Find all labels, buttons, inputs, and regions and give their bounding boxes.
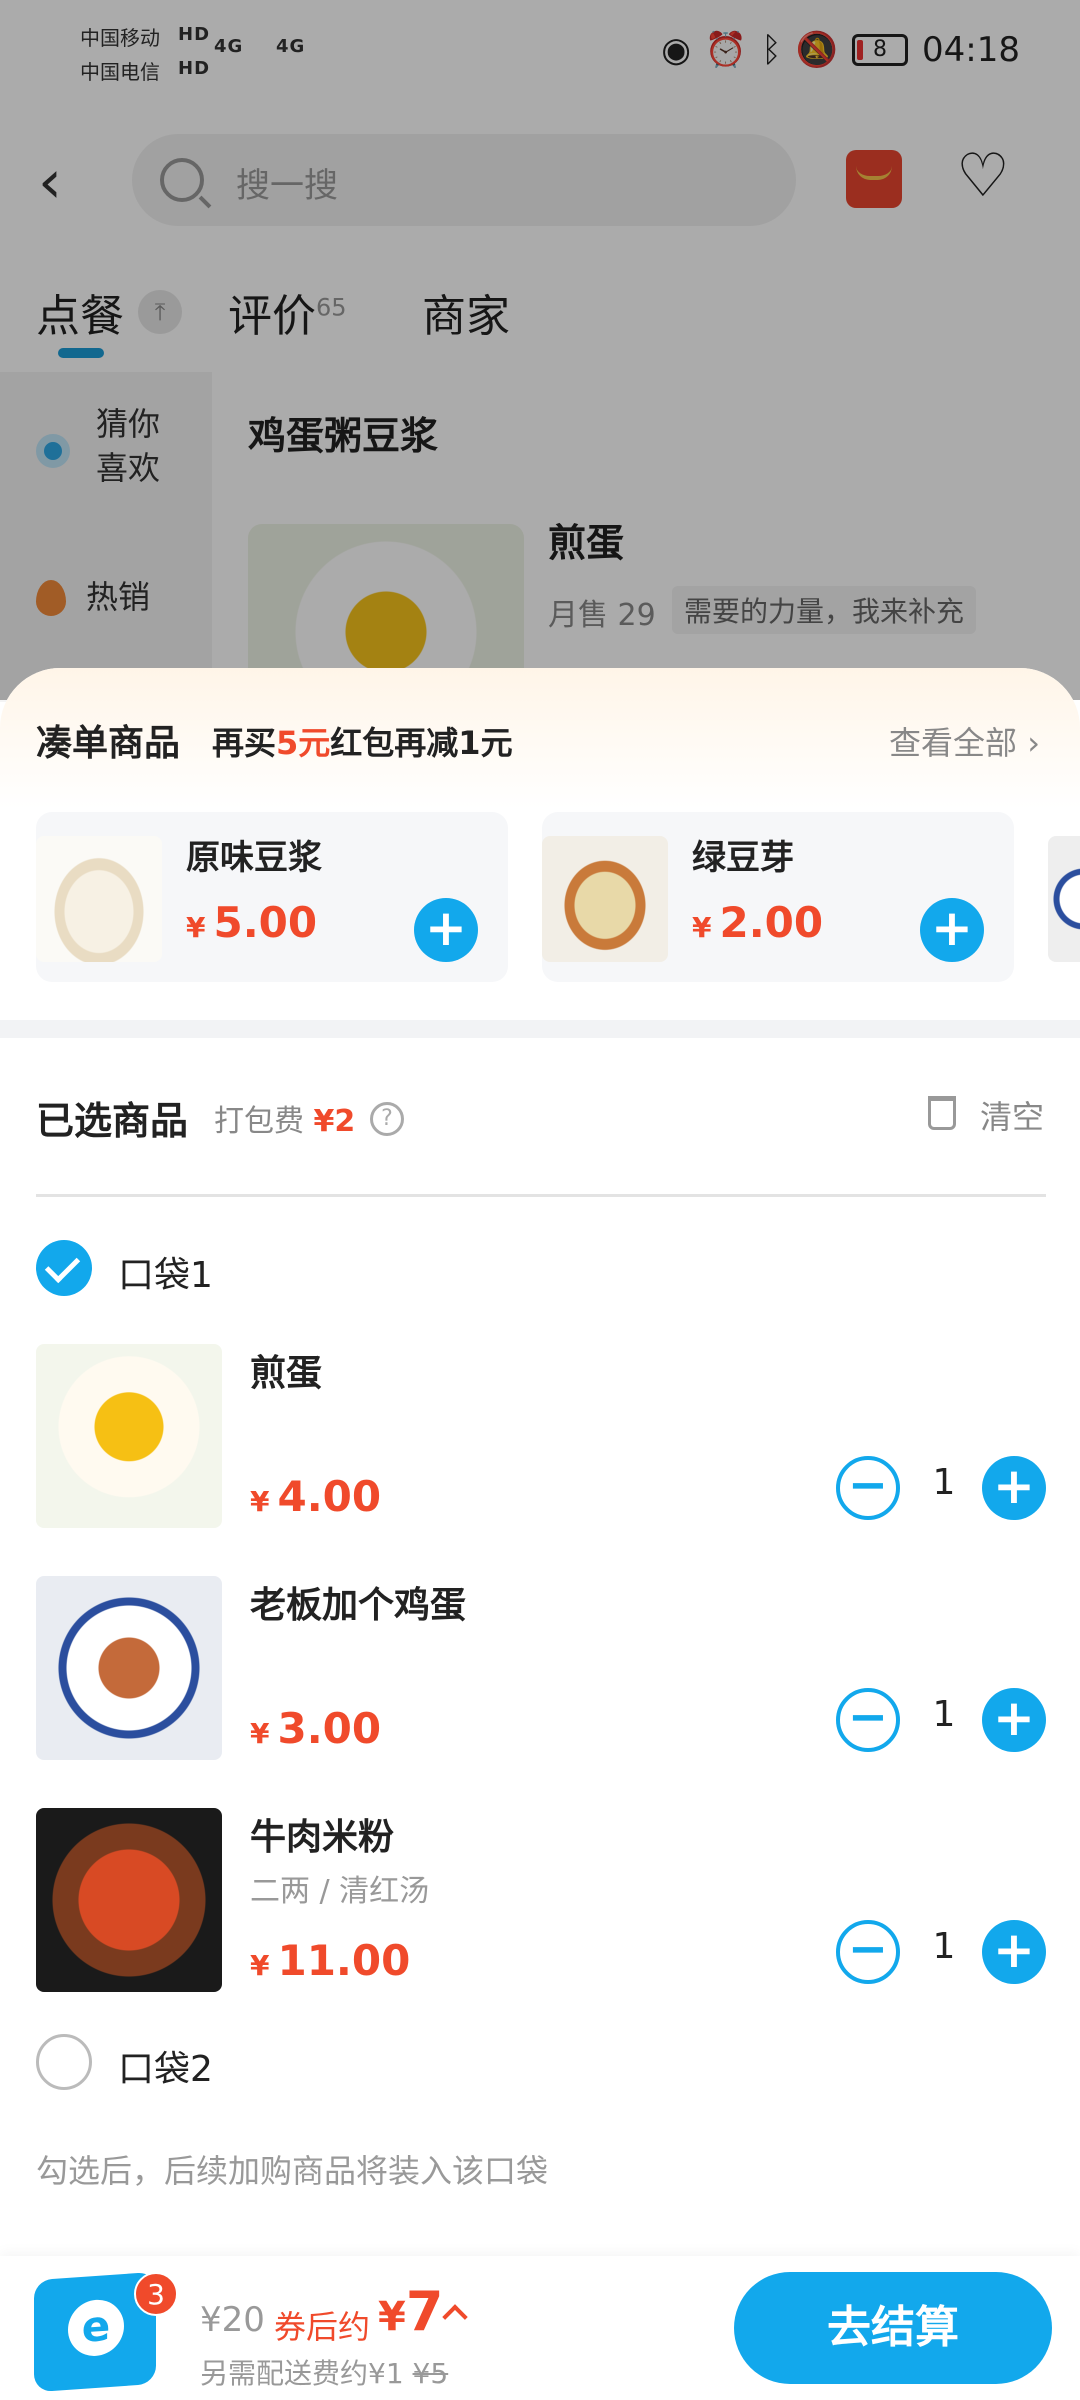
currency-symbol: ¥ bbox=[186, 911, 206, 944]
increase-qty-button[interactable]: + bbox=[982, 1920, 1046, 1984]
after-coupon-price[interactable]: ¥7 bbox=[378, 2280, 443, 2343]
currency-symbol: ¥ bbox=[378, 2294, 406, 2340]
combo-item-name: 绿豆芽 bbox=[692, 838, 794, 878]
decrease-qty-button[interactable]: − bbox=[836, 1688, 900, 1752]
see-all-link[interactable]: 查看全部 › bbox=[889, 718, 1040, 764]
delivery-fee-original: ¥5 bbox=[412, 2357, 449, 2390]
clear-cart-button[interactable]: 清空 bbox=[980, 1092, 1044, 1138]
combo-item-price: ¥5.00 bbox=[186, 898, 317, 947]
cart-item: 煎蛋 ¥4.00 − 1 + bbox=[36, 1344, 1046, 1530]
original-total: ¥20 bbox=[200, 2300, 265, 2340]
delivery-fee-label: 另需配送费约¥1 bbox=[200, 2357, 404, 2390]
egg-plate-image bbox=[36, 1576, 222, 1760]
cart-item-price-value: 11.00 bbox=[277, 1936, 411, 1985]
after-coupon-label: 券后约 bbox=[274, 2308, 371, 2346]
combo-promo-amount: 5元 bbox=[276, 724, 331, 762]
combo-item-price-value: 2.00 bbox=[719, 898, 824, 947]
bag-2-label: 口袋2 bbox=[118, 2049, 213, 2090]
packing-fee-value: ¥2 bbox=[313, 1104, 356, 1139]
overlay-dim[interactable] bbox=[0, 0, 1080, 700]
decrease-qty-button[interactable]: − bbox=[836, 1920, 900, 1984]
divider bbox=[36, 1194, 1046, 1197]
cart-item-price: ¥3.00 bbox=[250, 1704, 381, 1753]
bag-1-row[interactable]: 口袋1 bbox=[36, 1240, 636, 1300]
cart-item-qty: 1 bbox=[932, 1926, 956, 1967]
after-coupon-value: 7 bbox=[405, 2280, 444, 2343]
combo-item-card[interactable]: 绿豆芽 ¥2.00 + bbox=[542, 812, 1014, 982]
increase-qty-button[interactable]: + bbox=[982, 1688, 1046, 1752]
cart-count-badge: 3 bbox=[134, 2272, 178, 2316]
increase-qty-button[interactable]: + bbox=[982, 1456, 1046, 1520]
cart-item-name: 老板加个鸡蛋 bbox=[250, 1585, 467, 1626]
packing-fee-label: 打包费 bbox=[214, 1104, 304, 1139]
cart-item: 牛肉米粉 二两 / 清红汤 ¥11.00 − 1 + bbox=[36, 1808, 1046, 1994]
combo-title: 凑单商品 bbox=[36, 723, 181, 764]
cart-item-price-value: 4.00 bbox=[277, 1472, 382, 1521]
soy-milk-image bbox=[36, 836, 162, 962]
currency-symbol: ¥ bbox=[250, 1949, 270, 1982]
section-gap bbox=[0, 1020, 1080, 1038]
chevron-right-icon: › bbox=[1027, 724, 1040, 762]
see-all-label: 查看全部 bbox=[889, 724, 1018, 762]
combo-item-card[interactable]: 原味豆浆 ¥5.00 + bbox=[36, 812, 508, 982]
chevron-up-icon[interactable] bbox=[442, 2304, 468, 2330]
bag-2-checkbox[interactable] bbox=[36, 2034, 92, 2090]
fried-egg-image bbox=[36, 1344, 222, 1528]
add-combo-item-button[interactable]: + bbox=[920, 898, 984, 962]
checkout-bar: 3 ¥20 券后约 ¥7 另需配送费约¥1 ¥5 去结算 bbox=[0, 2256, 1080, 2400]
currency-symbol: ¥ bbox=[250, 1485, 270, 1518]
bag-1-label: 口袋1 bbox=[118, 1255, 213, 1296]
bag-hint: 勾选后，后续加购商品将装入该口袋 bbox=[36, 2152, 549, 2190]
combo-item-price-value: 5.00 bbox=[213, 898, 318, 947]
delivery-fee: 另需配送费约¥1 ¥5 bbox=[200, 2352, 448, 2392]
combo-promo: 再买5元红包再减1元 bbox=[212, 718, 513, 764]
decrease-qty-button[interactable]: − bbox=[836, 1456, 900, 1520]
bag-1-checkbox[interactable] bbox=[36, 1240, 92, 1296]
cart-item-qty: 1 bbox=[932, 1462, 956, 1503]
beef-noodle-image bbox=[36, 1808, 222, 1992]
cart-item-qty: 1 bbox=[932, 1694, 956, 1735]
selected-items-title: 已选商品 bbox=[36, 1099, 189, 1143]
currency-symbol: ¥ bbox=[250, 1717, 270, 1750]
bag-2-row[interactable]: 口袋2 bbox=[36, 2034, 636, 2094]
bean-sprout-image bbox=[542, 836, 668, 962]
add-combo-item-button[interactable]: + bbox=[414, 898, 478, 962]
cart-item-name: 煎蛋 bbox=[250, 1353, 323, 1394]
cart-item-name: 牛肉米粉 bbox=[250, 1817, 395, 1858]
combo-promo-prefix: 再买 bbox=[212, 724, 277, 762]
cart-sheet: 凑单商品 再买5元红包再减1元 查看全部 › 原味豆浆 ¥5.00 + 绿豆芽 … bbox=[0, 668, 1080, 2400]
cart-item-price-value: 3.00 bbox=[277, 1704, 382, 1753]
cart-item-spec: 二两 / 清红汤 bbox=[250, 1874, 430, 1909]
packing-fee: 打包费 ¥2 bbox=[214, 1096, 355, 1140]
trash-icon[interactable] bbox=[928, 1096, 956, 1130]
combo-promo-suffix: 红包再减1元 bbox=[330, 724, 513, 762]
help-icon[interactable]: ? bbox=[370, 1102, 404, 1136]
cart-item-price: ¥4.00 bbox=[250, 1472, 381, 1521]
combo-section: 凑单商品 再买5元红包再减1元 查看全部 › 原味豆浆 ¥5.00 + 绿豆芽 … bbox=[0, 668, 1080, 1020]
combo-item-price: ¥2.00 bbox=[692, 898, 823, 947]
combo-item-card-peek[interactable] bbox=[1048, 836, 1080, 962]
cart-item-price: ¥11.00 bbox=[250, 1936, 410, 1985]
cart-item: 老板加个鸡蛋 ¥3.00 − 1 + bbox=[36, 1576, 1046, 1762]
checkout-button[interactable]: 去结算 bbox=[734, 2272, 1052, 2384]
combo-item-name: 原味豆浆 bbox=[186, 838, 322, 878]
currency-symbol: ¥ bbox=[692, 911, 712, 944]
